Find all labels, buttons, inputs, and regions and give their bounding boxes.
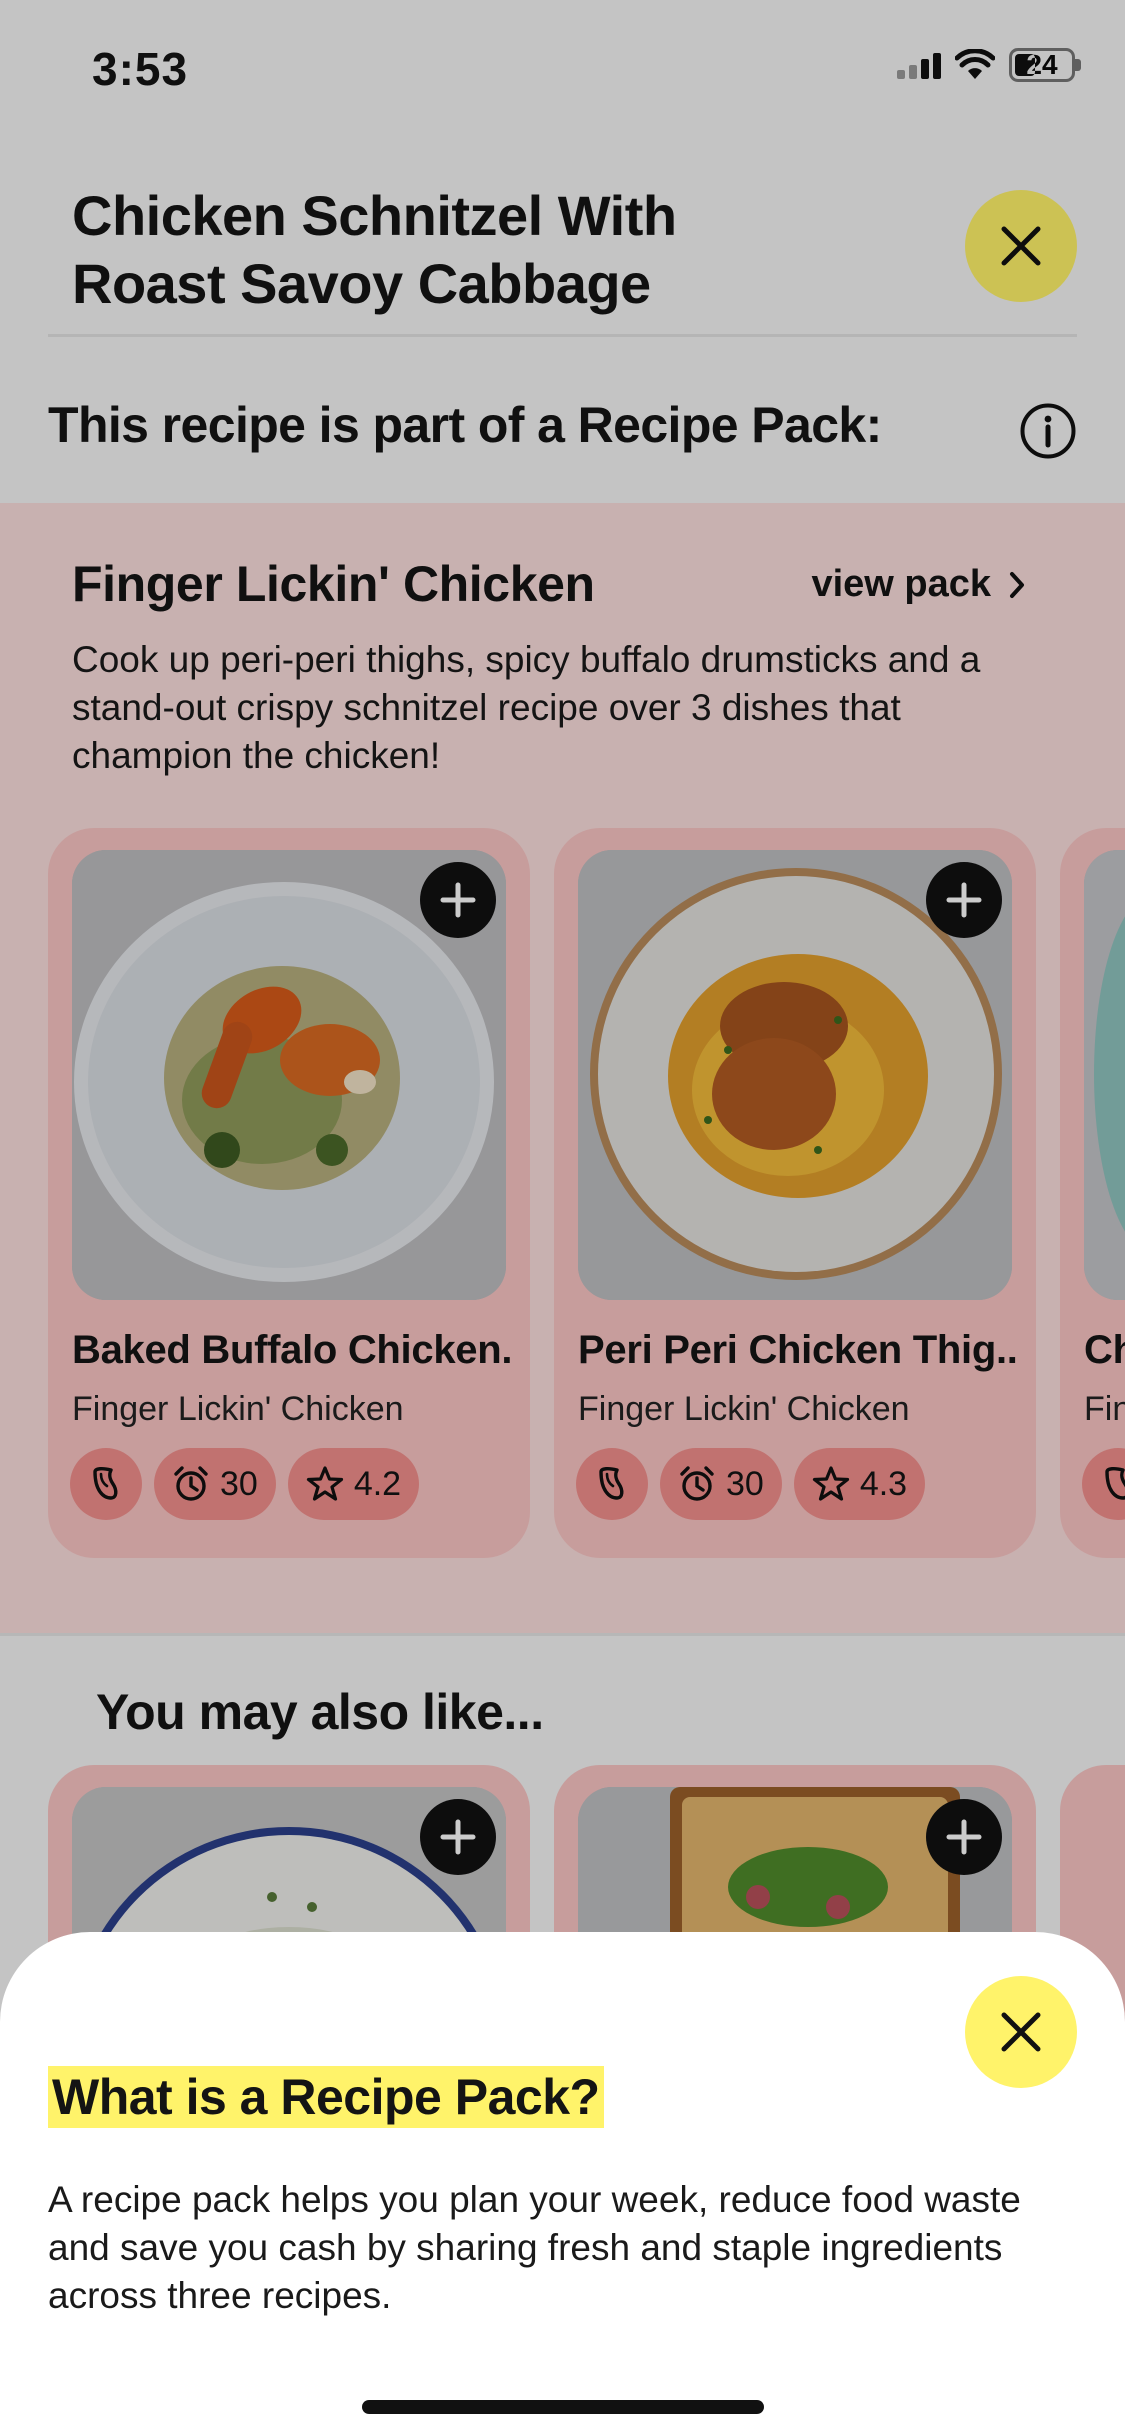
close-icon xyxy=(1001,2012,1041,2052)
home-indicator[interactable] xyxy=(362,2400,764,2414)
sheet-title: What is a Recipe Pack? xyxy=(48,2066,604,2128)
close-sheet-button[interactable] xyxy=(965,1976,1077,2088)
sheet-body: A recipe pack helps you plan your week, … xyxy=(48,2179,1021,2316)
recipe-pack-info-sheet: What is a Recipe Pack? A recipe pack hel… xyxy=(0,1932,1125,2436)
